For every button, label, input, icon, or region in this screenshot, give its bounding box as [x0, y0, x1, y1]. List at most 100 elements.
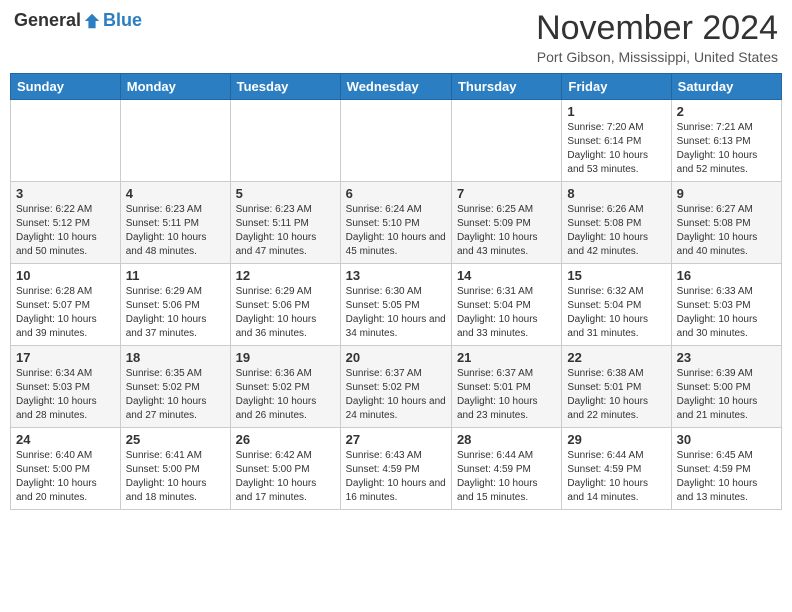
logo: General Blue: [14, 10, 142, 31]
weekday-header-wednesday: Wednesday: [340, 74, 451, 100]
day-info: Sunrise: 7:20 AM Sunset: 6:14 PM Dayligh…: [567, 121, 665, 177]
day-info: Sunrise: 6:37 AM Sunset: 5:01 PM Dayligh…: [457, 367, 556, 423]
day-info: Sunrise: 6:44 AM Sunset: 4:59 PM Dayligh…: [567, 449, 665, 505]
day-number: 17: [16, 350, 115, 365]
calendar-cell: 4 Sunrise: 6:23 AM Sunset: 5:11 PM Daylig…: [120, 182, 230, 264]
day-number: 28: [457, 432, 556, 447]
day-number: 12: [236, 268, 335, 283]
calendar-cell: 15 Sunrise: 6:32 AM Sunset: 5:04 PM Dayli…: [562, 264, 671, 346]
calendar-cell: 17Sunrise: 6:34 AM Sunset: 5:03 PM Dayli…: [11, 346, 121, 428]
calendar-table: SundayMondayTuesdayWednesdayThursdayFrid…: [10, 73, 782, 510]
page-header: General Blue November 2024 Port Gibson, …: [10, 10, 782, 65]
weekday-header-tuesday: Tuesday: [230, 74, 340, 100]
day-number: 30: [677, 432, 776, 447]
day-number: 22: [567, 350, 665, 365]
calendar-cell: 18Sunrise: 6:35 AM Sunset: 5:02 PM Dayli…: [120, 346, 230, 428]
day-number: 27: [346, 432, 446, 447]
day-info: Sunrise: 6:40 AM Sunset: 5:00 PM Dayligh…: [16, 449, 115, 505]
day-number: 5: [236, 186, 335, 201]
location-text: Port Gibson, Mississippi, United States: [536, 49, 778, 65]
day-number: 9: [677, 186, 776, 201]
calendar-cell: 22 Sunrise: 6:38 AM Sunset: 5:01 PM Dayli…: [562, 346, 671, 428]
day-number: 20: [346, 350, 446, 365]
day-info: Sunrise: 6:37 AM Sunset: 5:02 PM Dayligh…: [346, 367, 446, 423]
day-info: Sunrise: 6:28 AM Sunset: 5:07 PM Dayligh…: [16, 285, 115, 341]
title-block: November 2024 Port Gibson, Mississippi, …: [536, 10, 778, 65]
weekday-header-monday: Monday: [120, 74, 230, 100]
logo-general-text: General: [14, 10, 81, 31]
calendar-cell: [120, 100, 230, 182]
calendar-cell: 24 Sunrise: 6:40 AM Sunset: 5:00 PM Dayli…: [11, 428, 121, 510]
calendar-cell: 30 Sunrise: 6:45 AM Sunset: 4:59 PM Dayli…: [671, 428, 781, 510]
day-info: Sunrise: 6:26 AM Sunset: 5:08 PM Dayligh…: [567, 203, 665, 259]
day-info: Sunrise: 6:23 AM Sunset: 5:11 PM Dayligh…: [126, 203, 225, 259]
calendar-cell: 19 Sunrise: 6:36 AM Sunset: 5:02 PM Dayli…: [230, 346, 340, 428]
day-info: Sunrise: 6:31 AM Sunset: 5:04 PM Dayligh…: [457, 285, 556, 341]
week-row-4: 17Sunrise: 6:34 AM Sunset: 5:03 PM Dayli…: [11, 346, 782, 428]
day-info: Sunrise: 6:29 AM Sunset: 5:06 PM Dayligh…: [236, 285, 335, 341]
calendar-cell: 10Sunrise: 6:28 AM Sunset: 5:07 PM Dayli…: [11, 264, 121, 346]
day-number: 15: [567, 268, 665, 283]
day-info: Sunrise: 6:24 AM Sunset: 5:10 PM Dayligh…: [346, 203, 446, 259]
calendar-cell: [340, 100, 451, 182]
day-info: Sunrise: 6:36 AM Sunset: 5:02 PM Dayligh…: [236, 367, 335, 423]
day-number: 23: [677, 350, 776, 365]
day-number: 8: [567, 186, 665, 201]
calendar-cell: 5 Sunrise: 6:23 AM Sunset: 5:11 PM Daylig…: [230, 182, 340, 264]
day-info: Sunrise: 6:43 AM Sunset: 4:59 PM Dayligh…: [346, 449, 446, 505]
day-info: Sunrise: 6:22 AM Sunset: 5:12 PM Dayligh…: [16, 203, 115, 259]
day-info: Sunrise: 6:29 AM Sunset: 5:06 PM Dayligh…: [126, 285, 225, 341]
day-info: Sunrise: 6:27 AM Sunset: 5:08 PM Dayligh…: [677, 203, 776, 259]
day-info: Sunrise: 6:42 AM Sunset: 5:00 PM Dayligh…: [236, 449, 335, 505]
calendar-cell: [11, 100, 121, 182]
week-row-2: 3 Sunrise: 6:22 AM Sunset: 5:12 PM Daylig…: [11, 182, 782, 264]
day-info: Sunrise: 6:39 AM Sunset: 5:00 PM Dayligh…: [677, 367, 776, 423]
day-number: 21: [457, 350, 556, 365]
calendar-cell: 20 Sunrise: 6:37 AM Sunset: 5:02 PM Dayli…: [340, 346, 451, 428]
day-info: Sunrise: 6:38 AM Sunset: 5:01 PM Dayligh…: [567, 367, 665, 423]
calendar-cell: 9 Sunrise: 6:27 AM Sunset: 5:08 PM Daylig…: [671, 182, 781, 264]
day-info: Sunrise: 6:32 AM Sunset: 5:04 PM Dayligh…: [567, 285, 665, 341]
calendar-cell: 2Sunrise: 7:21 AM Sunset: 6:13 PM Daylig…: [671, 100, 781, 182]
calendar-cell: 11 Sunrise: 6:29 AM Sunset: 5:06 PM Dayli…: [120, 264, 230, 346]
day-number: 19: [236, 350, 335, 365]
day-number: 3: [16, 186, 115, 201]
day-number: 1: [567, 104, 665, 119]
day-number: 14: [457, 268, 556, 283]
calendar-cell: 27 Sunrise: 6:43 AM Sunset: 4:59 PM Dayli…: [340, 428, 451, 510]
calendar-cell: [230, 100, 340, 182]
day-number: 24: [16, 432, 115, 447]
calendar-cell: [451, 100, 561, 182]
day-info: Sunrise: 6:41 AM Sunset: 5:00 PM Dayligh…: [126, 449, 225, 505]
calendar-cell: 13 Sunrise: 6:30 AM Sunset: 5:05 PM Dayli…: [340, 264, 451, 346]
day-info: Sunrise: 6:25 AM Sunset: 5:09 PM Dayligh…: [457, 203, 556, 259]
calendar-cell: 26Sunrise: 6:42 AM Sunset: 5:00 PM Dayli…: [230, 428, 340, 510]
weekday-header-sunday: Sunday: [11, 74, 121, 100]
weekday-header-saturday: Saturday: [671, 74, 781, 100]
calendar-header-row: SundayMondayTuesdayWednesdayThursdayFrid…: [11, 74, 782, 100]
day-number: 11: [126, 268, 225, 283]
day-info: Sunrise: 7:21 AM Sunset: 6:13 PM Dayligh…: [677, 121, 776, 177]
day-info: Sunrise: 6:45 AM Sunset: 4:59 PM Dayligh…: [677, 449, 776, 505]
day-number: 4: [126, 186, 225, 201]
calendar-cell: 7 Sunrise: 6:25 AM Sunset: 5:09 PM Daylig…: [451, 182, 561, 264]
weekday-header-thursday: Thursday: [451, 74, 561, 100]
month-title: November 2024: [536, 10, 778, 47]
day-info: Sunrise: 6:35 AM Sunset: 5:02 PM Dayligh…: [126, 367, 225, 423]
calendar-cell: 23 Sunrise: 6:39 AM Sunset: 5:00 PM Dayli…: [671, 346, 781, 428]
day-info: Sunrise: 6:33 AM Sunset: 5:03 PM Dayligh…: [677, 285, 776, 341]
weekday-header-friday: Friday: [562, 74, 671, 100]
calendar-cell: 6Sunrise: 6:24 AM Sunset: 5:10 PM Daylig…: [340, 182, 451, 264]
calendar-cell: 1 Sunrise: 7:20 AM Sunset: 6:14 PM Daylig…: [562, 100, 671, 182]
week-row-5: 24 Sunrise: 6:40 AM Sunset: 5:00 PM Dayli…: [11, 428, 782, 510]
day-info: Sunrise: 6:30 AM Sunset: 5:05 PM Dayligh…: [346, 285, 446, 341]
day-number: 7: [457, 186, 556, 201]
calendar-cell: 21 Sunrise: 6:37 AM Sunset: 5:01 PM Dayli…: [451, 346, 561, 428]
day-info: Sunrise: 6:23 AM Sunset: 5:11 PM Dayligh…: [236, 203, 335, 259]
day-number: 13: [346, 268, 446, 283]
calendar-cell: 12 Sunrise: 6:29 AM Sunset: 5:06 PM Dayli…: [230, 264, 340, 346]
calendar-cell: 8 Sunrise: 6:26 AM Sunset: 5:08 PM Daylig…: [562, 182, 671, 264]
day-number: 29: [567, 432, 665, 447]
calendar-cell: 29 Sunrise: 6:44 AM Sunset: 4:59 PM Dayli…: [562, 428, 671, 510]
logo-blue-text: Blue: [103, 10, 142, 31]
